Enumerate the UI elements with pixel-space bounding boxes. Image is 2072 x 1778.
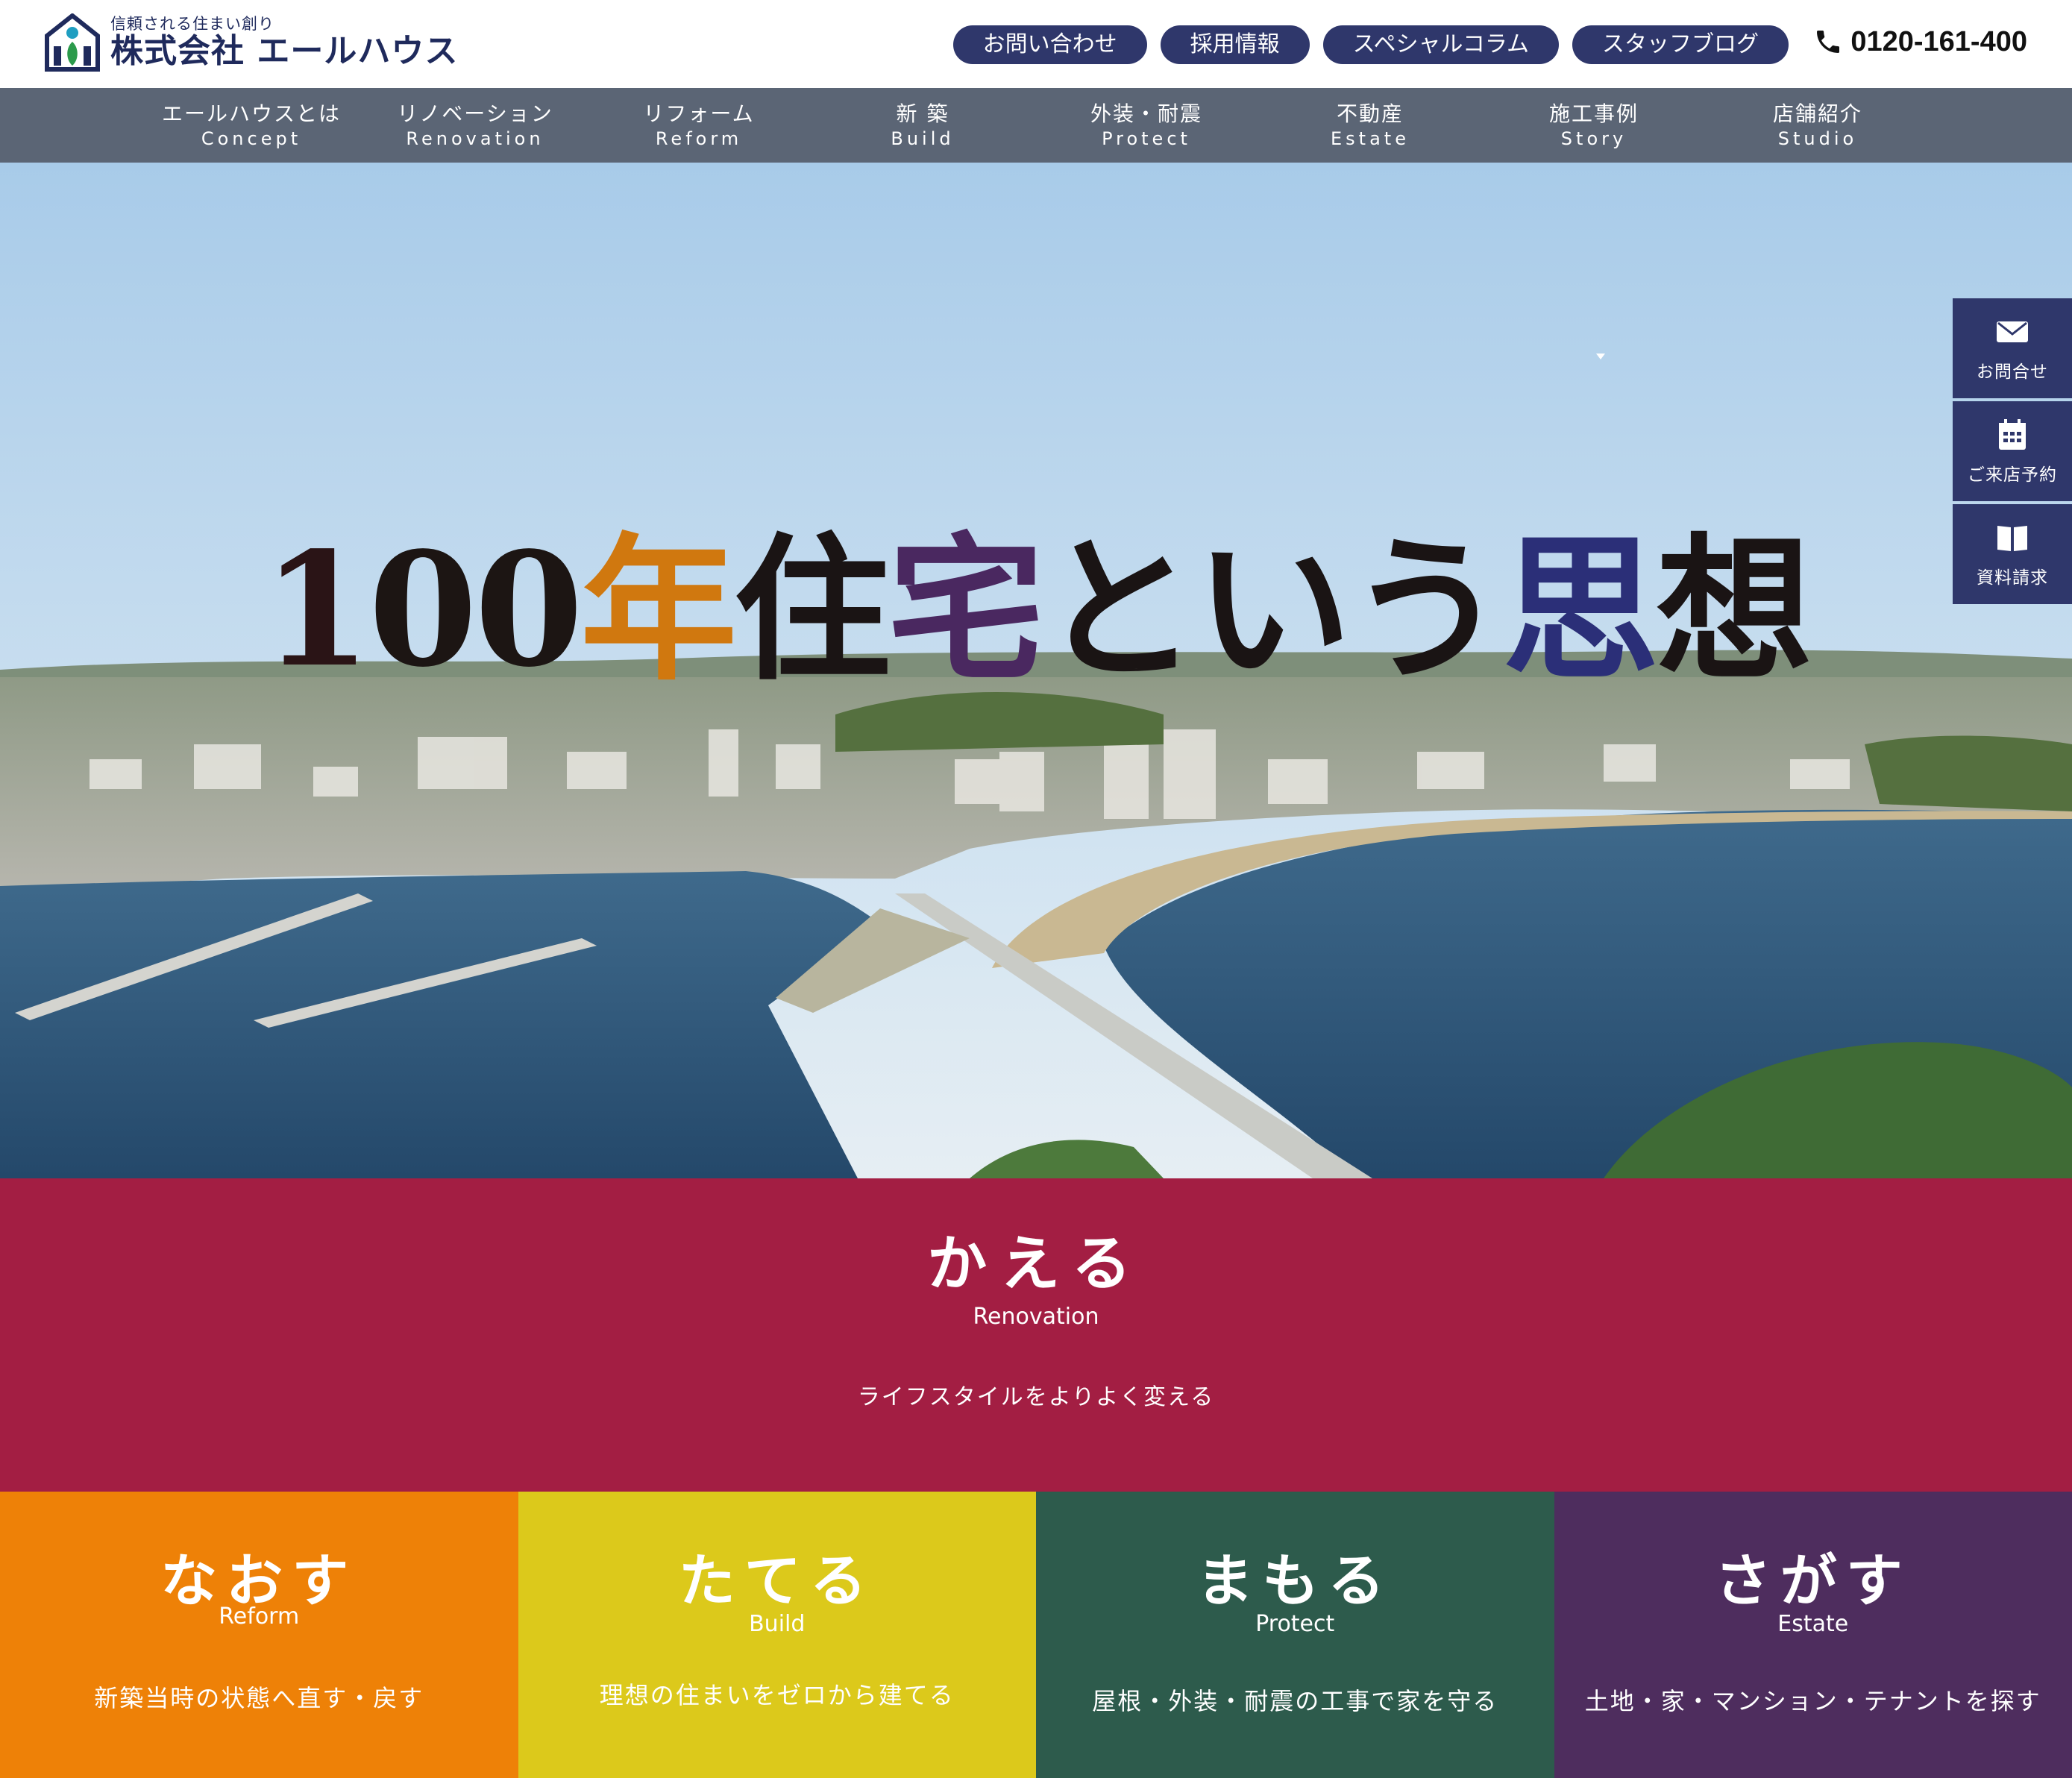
nav-estate[interactable]: 不動産 Estate <box>1258 88 1482 163</box>
nav-renovation[interactable]: リノベーション Renovation <box>363 88 587 163</box>
header-links: お問い合わせ 採用情報 スペシャルコラム スタッフブログ <box>952 25 1789 64</box>
service-subtitle: Protect <box>1255 1611 1335 1637</box>
staff-blog-link[interactable]: スタッフブログ <box>1572 25 1789 64</box>
side-label: ご来店予約 <box>1968 465 2057 485</box>
service-subtitle: Build <box>749 1611 806 1637</box>
side-label: 資料請求 <box>1977 568 2048 588</box>
headline-part: 住 <box>734 518 891 702</box>
nav-sublabel: Protect <box>1102 128 1191 149</box>
nav-studio[interactable]: 店舗紹介 Studio <box>1706 88 1930 163</box>
service-estate[interactable]: さがす Estate 土地・家・マンション・テナントを探す <box>1554 1492 2072 1778</box>
nav-sublabel: Build <box>891 128 955 149</box>
nav-sublabel: Estate <box>1331 128 1410 149</box>
logo-tagline: 信頼される住まい創り <box>110 15 274 33</box>
site-logo[interactable]: 信頼される住まい創り 株式会社 エールハウス <box>45 9 458 76</box>
headline-part: 1 <box>262 518 371 702</box>
side-label: お問合せ <box>1977 362 2048 382</box>
service-subtitle: Renovation <box>973 1304 1099 1330</box>
service-description: 土地・家・マンション・テナントを探す <box>1584 1687 2041 1715</box>
service-description: 新築当時の状態へ直す・戻す <box>94 1684 424 1712</box>
house-logo-icon <box>45 13 100 72</box>
service-description: 屋根・外装・耐震の工事で家を守る <box>1092 1687 1498 1715</box>
nav-label: 店舗紹介 <box>1772 101 1862 126</box>
side-action-bar: お問合せ ご来店予約 資料請求 <box>1953 298 2072 607</box>
nav-sublabel: Story <box>1560 128 1627 149</box>
service-protect[interactable]: まもる Protect 屋根・外装・耐震の工事で家を守る <box>1036 1492 1554 1778</box>
service-title: かえる <box>927 1228 1145 1298</box>
side-brochure-request-button[interactable]: 資料請求 <box>1953 504 2072 604</box>
calendar-icon <box>1999 419 2026 450</box>
mail-icon <box>1997 321 2028 342</box>
headline-part: 宅 <box>888 518 1044 702</box>
side-contact-button[interactable]: お問合せ <box>1953 298 2072 398</box>
contact-link[interactable]: お問い合わせ <box>952 25 1147 64</box>
book-icon <box>1997 526 2027 551</box>
service-renovation[interactable]: かえる Renovation ライフスタイルをよりよく変える <box>0 1178 2072 1492</box>
service-subtitle: Estate <box>1777 1611 1849 1637</box>
service-subtitle: Reform <box>219 1603 300 1630</box>
phone-icon <box>1817 31 1840 53</box>
headline-part: 00 <box>368 518 583 702</box>
nav-build[interactable]: 新 築 Build <box>811 88 1035 163</box>
hero-headline: 100年住宅という思想 <box>0 483 2072 710</box>
side-visit-reservation-button[interactable]: ご来店予約 <box>1953 401 2072 501</box>
nav-label: 不動産 <box>1336 101 1404 126</box>
nav-label: 新 築 <box>896 101 949 126</box>
nav-sublabel: Reform <box>655 128 743 149</box>
nav-label: リノベーション <box>397 101 553 126</box>
nav-reform[interactable]: リフォーム Reform <box>587 88 811 163</box>
service-title: たてる <box>678 1548 876 1614</box>
site-header: 信頼される住まい創り 株式会社 エールハウス お問い合わせ 採用情報 スペシャル… <box>0 0 2072 88</box>
service-title: さがす <box>1714 1548 1912 1614</box>
service-description: 理想の住まいをゼロから建てる <box>599 1681 955 1709</box>
nav-sublabel: Renovation <box>406 128 544 149</box>
phone-text: 0120-161-400 <box>1850 25 2027 57</box>
headline-part: 年 <box>580 518 737 702</box>
nav-label: 外装・耐震 <box>1090 101 1202 126</box>
nav-label: 施工事例 <box>1548 101 1639 126</box>
company-name: 株式会社 エールハウス <box>110 32 459 70</box>
special-column-link[interactable]: スペシャルコラム <box>1322 25 1559 64</box>
hero: 100年住宅という思想 <box>0 163 2072 1178</box>
nav-story[interactable]: 施工事例 Story <box>1482 88 1706 163</box>
recruit-link[interactable]: 採用情報 <box>1160 25 1310 64</box>
nav-sublabel: Studio <box>1777 128 1858 149</box>
headline-part: 想 <box>1656 518 1812 702</box>
nav-label: エールハウスとは <box>161 101 341 126</box>
service-reform[interactable]: なおす Reform 新築当時の状態へ直す・戻す <box>0 1492 518 1778</box>
headline-part: 思 <box>1502 518 1659 702</box>
service-cards: なおす Reform 新築当時の状態へ直す・戻す たてる Build 理想の住ま… <box>0 1492 2072 1778</box>
global-nav: エールハウスとは Concept リノベーション Renovation リフォー… <box>0 88 2072 163</box>
nav-label: リフォーム <box>643 101 755 126</box>
phone-number[interactable]: 0120-161-400 <box>1813 22 2027 61</box>
nav-dropdown-caret <box>1596 354 1605 359</box>
service-description: ライフスタイルをよりよく変える <box>857 1384 1215 1410</box>
service-build[interactable]: たてる Build 理想の住まいをゼロから建てる <box>518 1492 1036 1778</box>
service-title: まもる <box>1196 1548 1394 1614</box>
nav-sublabel: Concept <box>201 128 302 149</box>
nav-concept[interactable]: エールハウスとは Concept <box>139 88 363 163</box>
nav-protect[interactable]: 外装・耐震 Protect <box>1035 88 1258 163</box>
headline-part: という <box>1041 518 1505 702</box>
